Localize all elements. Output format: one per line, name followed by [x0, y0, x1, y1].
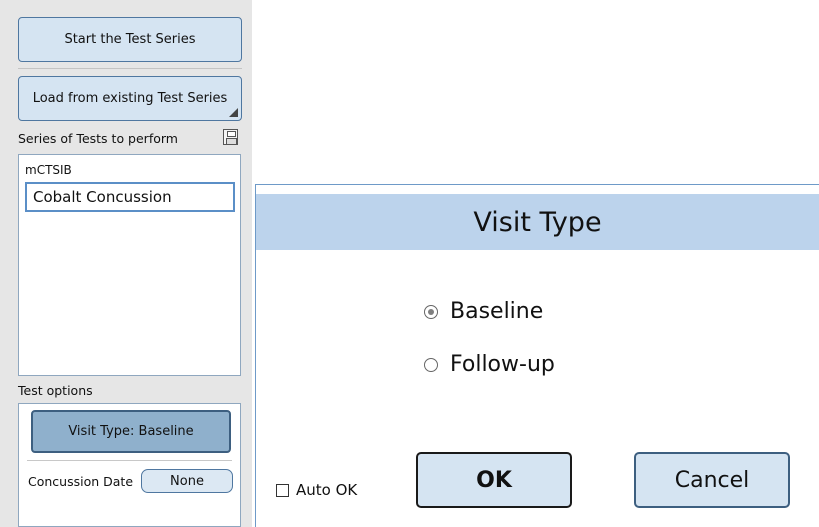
load-test-series-button[interactable]: Load from existing Test Series — [18, 76, 242, 121]
left-panel: Start the Test Series Load from existing… — [0, 0, 252, 527]
radio-follow-up[interactable]: Follow-up — [424, 352, 555, 377]
cancel-button[interactable]: Cancel — [634, 452, 790, 508]
ok-button[interactable]: OK — [416, 452, 572, 508]
list-item[interactable]: mCTSIB — [25, 163, 72, 177]
series-label: Series of Tests to perform — [18, 131, 178, 146]
radio-checked-icon[interactable] — [424, 304, 438, 319]
save-icon[interactable] — [223, 129, 238, 145]
concussion-date-button[interactable]: None — [141, 469, 233, 493]
dialog-title: Visit Type — [256, 194, 819, 250]
load-test-series-label: Load from existing Test Series — [32, 91, 228, 106]
radio-baseline[interactable]: Baseline — [424, 299, 543, 324]
visit-type-button[interactable]: Visit Type: Baseline — [31, 410, 231, 453]
auto-ok-label: Auto OK — [296, 481, 358, 499]
start-test-series-button[interactable]: Start the Test Series — [18, 17, 242, 62]
list-item-selected[interactable]: Cobalt Concussion — [25, 182, 235, 212]
checkbox-icon[interactable] — [276, 483, 289, 497]
visit-type-dialog: Visit Type Baseline Follow-up Auto OK OK… — [255, 184, 819, 527]
test-options-box: Visit Type: Baseline Concussion Date Non… — [18, 403, 241, 527]
auto-ok-checkbox[interactable]: Auto OK — [276, 481, 357, 499]
divider — [18, 68, 242, 69]
corner-triangle-icon — [229, 108, 238, 117]
test-options-label: Test options — [18, 383, 93, 398]
radio-unchecked-icon[interactable] — [424, 357, 438, 372]
divider — [27, 460, 232, 461]
radio-label: Follow-up — [450, 352, 555, 377]
concussion-date-label: Concussion Date — [28, 474, 134, 489]
radio-label: Baseline — [450, 299, 544, 324]
series-list[interactable]: mCTSIB Cobalt Concussion — [18, 154, 241, 376]
